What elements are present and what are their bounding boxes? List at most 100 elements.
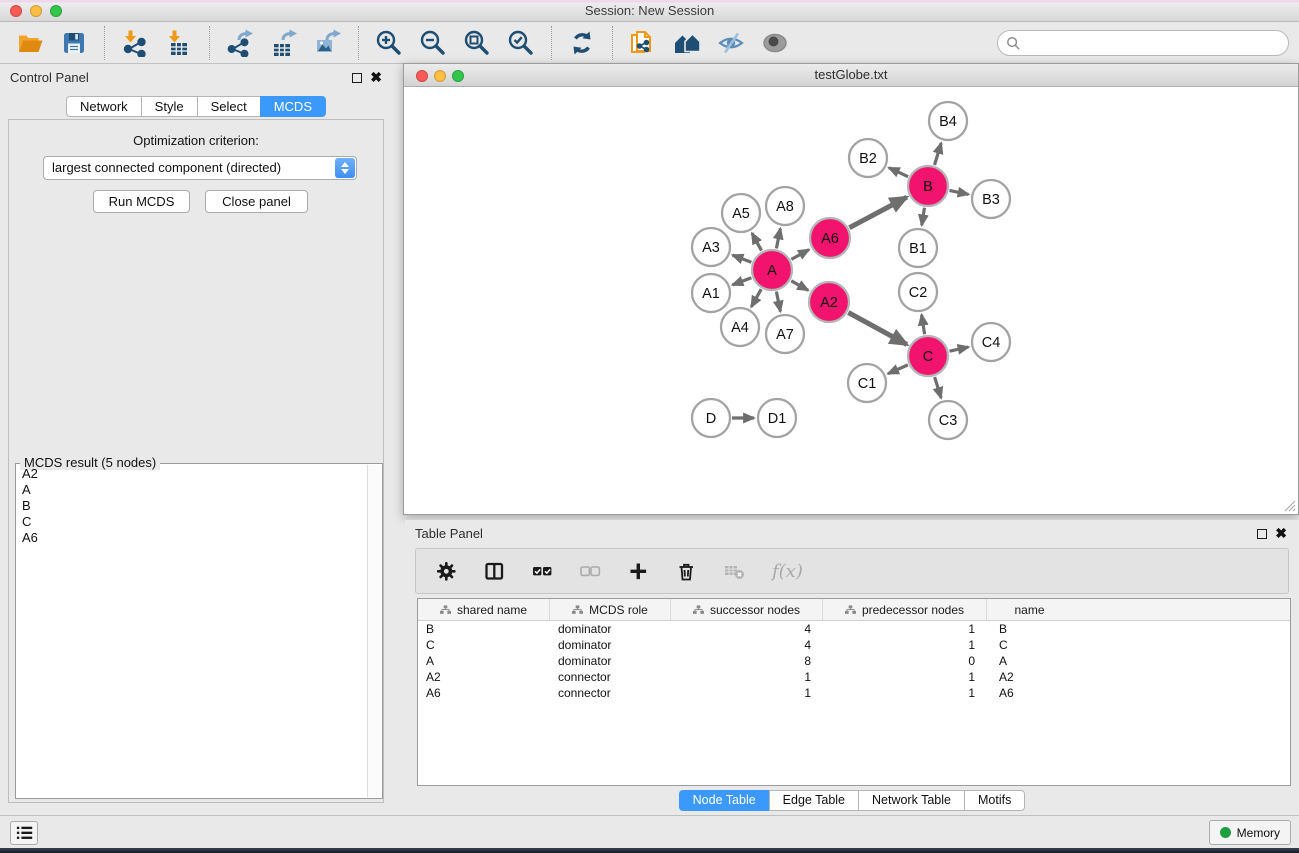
network-maximize-icon[interactable] bbox=[452, 70, 464, 82]
columns-button[interactable] bbox=[484, 559, 508, 583]
graph-node-A3[interactable]: A3 bbox=[692, 228, 730, 266]
export-table-button[interactable] bbox=[268, 27, 300, 59]
graph-node-B4[interactable]: B4 bbox=[929, 102, 967, 140]
edge-A-A1[interactable] bbox=[733, 278, 752, 285]
close-window-icon[interactable] bbox=[10, 5, 22, 17]
graph-node-A8[interactable]: A8 bbox=[766, 187, 804, 225]
graph-node-B2[interactable]: B2 bbox=[849, 139, 887, 177]
column-header-MCDS-role[interactable]: MCDS role bbox=[550, 599, 671, 621]
graph-node-C3[interactable]: C3 bbox=[929, 401, 967, 439]
table-cell[interactable]: A bbox=[418, 653, 550, 669]
table-panel-float-icon[interactable] bbox=[1257, 529, 1267, 539]
edge-A-A8[interactable] bbox=[776, 229, 780, 249]
tab-select[interactable]: Select bbox=[197, 96, 260, 117]
refresh-button[interactable] bbox=[566, 27, 598, 59]
edge-B-B1[interactable] bbox=[922, 208, 925, 226]
edge-A-A6[interactable] bbox=[791, 250, 809, 260]
task-history-button[interactable] bbox=[10, 821, 38, 845]
import-table-button[interactable] bbox=[163, 27, 195, 59]
zoom-in-button[interactable] bbox=[373, 27, 405, 59]
graph-node-C1[interactable]: C1 bbox=[848, 364, 886, 402]
network-window-titlebar[interactable]: testGlobe.txt bbox=[404, 64, 1298, 87]
table-panel-close-icon[interactable]: ✖ bbox=[1275, 525, 1287, 541]
tab-network-table[interactable]: Network Table bbox=[858, 790, 964, 811]
tab-node-table[interactable]: Node Table bbox=[679, 790, 769, 811]
network-canvas[interactable]: B4 B2 B B3 A8 A5 A6 A3 B1 A A1 C2 A2 bbox=[404, 87, 1298, 514]
graph-node-D[interactable]: D bbox=[692, 399, 730, 437]
zoom-out-button[interactable] bbox=[417, 27, 449, 59]
table-row[interactable]: Adominator80A bbox=[418, 653, 1290, 669]
export-image-button[interactable] bbox=[312, 27, 344, 59]
edge-C-C1[interactable] bbox=[888, 365, 908, 374]
zoom-fit-button[interactable] bbox=[461, 27, 493, 59]
table-cell[interactable]: A bbox=[987, 653, 1072, 669]
table-cell[interactable]: dominator bbox=[550, 637, 671, 653]
graph-node-C2[interactable]: C2 bbox=[899, 273, 937, 311]
table-cell[interactable]: B bbox=[418, 621, 550, 637]
run-mcds-button[interactable]: Run MCDS bbox=[93, 190, 190, 213]
edge-A6-B[interactable] bbox=[849, 197, 906, 228]
node-table[interactable]: shared name MCDS role successor nodes pr… bbox=[417, 598, 1291, 786]
edge-C-C4[interactable] bbox=[950, 347, 969, 351]
export-network-button[interactable] bbox=[224, 27, 256, 59]
settings-button[interactable] bbox=[436, 559, 460, 583]
select-all-button[interactable] bbox=[532, 559, 556, 583]
table-row[interactable]: A2connector11A2 bbox=[418, 669, 1290, 685]
graph-node-A4[interactable]: A4 bbox=[721, 308, 759, 346]
table-cell[interactable]: A2 bbox=[418, 669, 550, 685]
graph-node-A7[interactable]: A7 bbox=[766, 315, 804, 353]
table-cell[interactable]: C bbox=[418, 637, 550, 653]
tab-edge-table[interactable]: Edge Table bbox=[769, 790, 858, 811]
table-cell[interactable]: 4 bbox=[671, 621, 823, 637]
table-cell[interactable]: A2 bbox=[987, 669, 1072, 685]
mcds-result-list[interactable]: A2ABCA6 bbox=[17, 466, 366, 797]
edge-A-A3[interactable] bbox=[733, 255, 752, 262]
result-scrollbar[interactable] bbox=[367, 465, 381, 797]
add-row-button[interactable] bbox=[628, 559, 652, 583]
memory-button[interactable]: Memory bbox=[1209, 820, 1291, 845]
table-cell[interactable]: dominator bbox=[550, 653, 671, 669]
edge-B-B4[interactable] bbox=[935, 143, 942, 165]
edge-A-A4[interactable] bbox=[751, 289, 761, 307]
graph-node-A6[interactable]: A6 bbox=[810, 218, 850, 258]
open-network-file-button[interactable] bbox=[627, 27, 659, 59]
table-cell[interactable]: 4 bbox=[671, 637, 823, 653]
tab-mcds[interactable]: MCDS bbox=[260, 96, 326, 117]
tab-style[interactable]: Style bbox=[141, 96, 197, 117]
network-minimize-icon[interactable] bbox=[434, 70, 446, 82]
graph-node-C4[interactable]: C4 bbox=[972, 323, 1010, 361]
tab-motifs[interactable]: Motifs bbox=[964, 790, 1025, 811]
open-session-button[interactable] bbox=[14, 27, 46, 59]
mcds-result-item[interactable]: A2 bbox=[17, 466, 366, 482]
graph-node-D1[interactable]: D1 bbox=[758, 399, 796, 437]
control-panel-float-icon[interactable] bbox=[352, 73, 362, 83]
minimize-window-icon[interactable] bbox=[30, 5, 42, 17]
mcds-result-item[interactable]: A6 bbox=[17, 530, 366, 546]
hide-glyphs-button[interactable] bbox=[715, 27, 747, 59]
criterion-dropdown[interactable]: largest connected component (directed) bbox=[43, 156, 357, 180]
column-header-predecessor-nodes[interactable]: predecessor nodes bbox=[823, 599, 987, 621]
graph-node-B[interactable]: B bbox=[908, 166, 948, 206]
table-cell[interactable]: A6 bbox=[987, 685, 1072, 701]
table-cell[interactable]: B bbox=[987, 621, 1072, 637]
table-row[interactable]: Bdominator41B bbox=[418, 621, 1290, 637]
table-cell[interactable]: connector bbox=[550, 669, 671, 685]
table-cell[interactable]: connector bbox=[550, 685, 671, 701]
table-cell[interactable]: 1 bbox=[671, 685, 823, 701]
table-cell[interactable]: 1 bbox=[671, 669, 823, 685]
edge-A-A2[interactable] bbox=[791, 281, 808, 291]
delete-row-button[interactable] bbox=[676, 559, 700, 583]
import-network-button[interactable] bbox=[119, 27, 151, 59]
table-cell[interactable]: C bbox=[987, 637, 1072, 653]
table-cell[interactable]: 1 bbox=[823, 669, 987, 685]
graph-node-B3[interactable]: B3 bbox=[972, 180, 1010, 218]
search-input[interactable] bbox=[1021, 33, 1288, 53]
home-button[interactable] bbox=[671, 27, 703, 59]
mcds-result-item[interactable]: C bbox=[17, 514, 366, 530]
network-close-icon[interactable] bbox=[416, 70, 428, 82]
edge-C-C2[interactable] bbox=[922, 315, 925, 335]
show-graphics-button[interactable] bbox=[759, 27, 791, 59]
control-panel-close-icon[interactable]: ✖ bbox=[370, 69, 382, 85]
graph-node-A1[interactable]: A1 bbox=[692, 274, 730, 312]
tab-network[interactable]: Network bbox=[66, 96, 141, 117]
